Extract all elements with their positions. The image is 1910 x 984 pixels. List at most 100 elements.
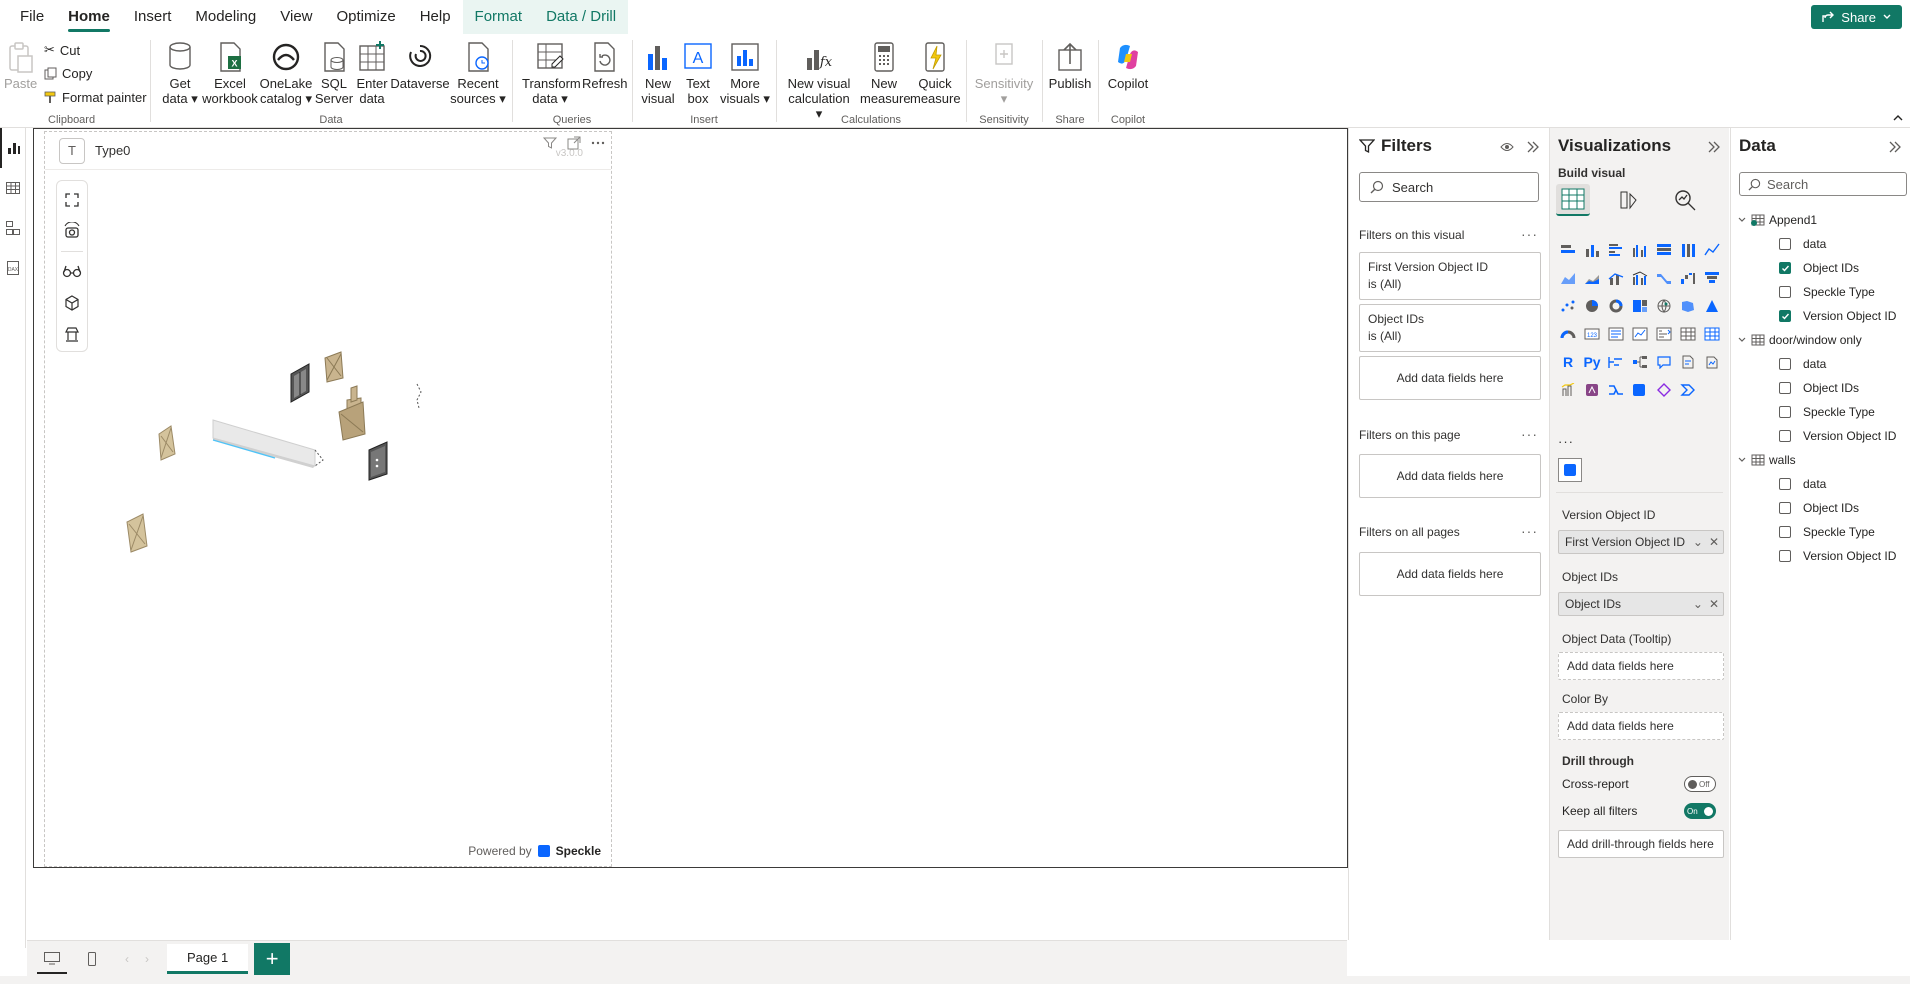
field-node[interactable]: data [1731,232,1910,256]
new-visual-calculation-button[interactable]: fx New visual calculation ▾ [784,40,854,121]
refresh-button[interactable]: Refresh [582,40,628,91]
scatter-visual-icon[interactable] [1556,292,1580,320]
field-checkbox[interactable] [1779,502,1791,514]
field-checkbox[interactable] [1779,238,1791,250]
python-visual-icon[interactable]: Py [1580,348,1604,376]
desktop-layout-button[interactable] [37,944,67,974]
power-automate-visual-icon[interactable] [1604,376,1628,404]
onelake-catalog-button[interactable]: OneLake catalog ▾ [258,40,314,106]
format-painter-button[interactable]: Format painter [44,90,147,105]
collapse-ribbon-icon[interactable] [1892,113,1904,123]
kpi-visual-icon[interactable] [1628,320,1652,348]
filters-visual-more[interactable]: ··· [1521,226,1538,242]
menu-modeling[interactable]: Modeling [183,0,268,34]
menu-optimize[interactable]: Optimize [325,0,408,34]
100-column-visual-icon[interactable] [1676,236,1700,264]
field-node[interactable]: Speckle Type [1731,520,1910,544]
line-visual-icon[interactable] [1700,236,1724,264]
menu-home[interactable]: Home [56,0,122,34]
camera-views-button[interactable] [59,219,85,245]
field-node[interactable]: Version Object ID [1731,544,1910,568]
clustered-column-visual-icon[interactable] [1628,236,1652,264]
paginated-visual-icon[interactable] [1700,348,1724,376]
enter-data-button[interactable]: Enter data [354,40,390,106]
table-view-button[interactable] [0,168,26,208]
donut-visual-icon[interactable] [1604,292,1628,320]
color-by-drop-well[interactable]: Add data fields here [1558,712,1724,740]
gauge-visual-icon[interactable] [1556,320,1580,348]
field-node[interactable]: Speckle Type [1731,400,1910,424]
focus-mode-icon[interactable] [567,136,581,150]
funnel-visual-icon[interactable] [1700,264,1724,292]
key-influencers-visual-icon[interactable] [1604,348,1628,376]
cross-report-toggle[interactable]: Off [1684,776,1716,792]
map-visual-icon[interactable] [1652,292,1676,320]
chevron-down-icon[interactable]: ⌄ [1693,535,1703,549]
field-checkbox[interactable] [1779,358,1791,370]
diamond-visual-icon[interactable] [1652,376,1676,404]
table-node[interactable]: door/window only [1731,328,1910,352]
chevron-down-icon[interactable]: ⌄ [1693,597,1703,611]
field-node[interactable]: Speckle Type [1731,280,1910,304]
quick-measure-button[interactable]: Quick measure [910,40,961,106]
sql-server-button[interactable]: SQL Server [314,40,354,106]
next-page-button[interactable]: › [137,944,157,974]
format-tab[interactable] [1612,184,1646,216]
azure-map-visual-icon[interactable] [1700,292,1724,320]
filter-card-object-ids[interactable]: Object IDs is (All) [1359,304,1541,352]
add-page-button[interactable]: + [254,942,291,975]
share-button[interactable]: Share [1811,5,1902,29]
close-icon[interactable]: ✕ [1709,535,1719,549]
field-node[interactable]: Version Object ID [1731,304,1910,328]
line-clustered-visual-icon[interactable] [1628,264,1652,292]
fields-tab[interactable] [1556,184,1590,216]
dataverse-button[interactable]: Dataverse [390,40,450,91]
mobile-layout-button[interactable] [77,944,107,974]
field-checkbox[interactable] [1779,310,1791,322]
all-pages-filters-drop-well[interactable]: Add data fields here [1359,552,1541,596]
copilot-button[interactable]: Copilot [1104,40,1152,91]
data-search-input[interactable]: Search [1739,172,1907,196]
get-data-button[interactable]: Get data ▾ [158,40,202,106]
view-mode-button[interactable] [59,258,85,284]
object-ids-field[interactable]: Object IDs ⌄ ✕ [1558,592,1724,616]
transform-data-button[interactable]: Transform data ▾ [522,40,581,106]
ribbon-visual-icon[interactable] [1652,264,1676,292]
cut-button[interactable]: ✂ Cut [44,42,80,58]
field-node[interactable]: data [1731,352,1910,376]
field-node[interactable]: Version Object ID [1731,424,1910,448]
menu-insert[interactable]: Insert [122,0,184,34]
keep-all-filters-toggle[interactable]: On [1684,803,1716,819]
table-node[interactable]: Append1 [1731,208,1910,232]
more-options-icon[interactable] [591,136,605,150]
paste-button[interactable]: Paste [4,40,37,91]
clustered-bar-visual-icon[interactable] [1604,236,1628,264]
close-icon[interactable]: ✕ [1709,597,1719,611]
field-checkbox[interactable] [1779,382,1791,394]
more-visuals-ellipsis[interactable]: ··· [1558,434,1574,449]
section-box-button[interactable] [59,290,85,316]
copy-button[interactable]: Copy [44,66,92,81]
visual-filters-drop-well[interactable]: Add data fields here [1359,356,1541,400]
version-object-id-field[interactable]: First Version Object ID ⌄ ✕ [1558,530,1724,554]
field-node[interactable]: Object IDs [1731,376,1910,400]
menu-view[interactable]: View [268,0,324,34]
100-bar-visual-icon[interactable] [1652,236,1676,264]
text-box-button[interactable]: A Text box [680,40,716,106]
new-measure-button[interactable]: New measure [860,40,911,106]
menu-data-drill[interactable]: Data / Drill [534,0,629,34]
menu-format[interactable]: Format [462,0,535,34]
collapse-pane-icon[interactable] [1526,140,1540,154]
page-filters-drop-well[interactable]: Add data fields here [1359,454,1541,498]
menu-file[interactable]: File [8,0,56,34]
power-apps-visual-icon[interactable] [1580,376,1604,404]
dax-query-view-button[interactable]: DAX [0,248,26,288]
speckle-3d-visual[interactable]: T Type0 v3.0.0 Powered by Speckle [44,131,612,867]
table-node[interactable]: walls [1731,448,1910,472]
filters-search-input[interactable]: Search [1359,172,1539,202]
model-3d-view[interactable] [125,342,445,602]
area-visual-icon[interactable] [1556,264,1580,292]
slicer-visual-icon[interactable] [1652,320,1676,348]
narrative-visual-icon[interactable] [1676,348,1700,376]
field-checkbox[interactable] [1779,430,1791,442]
